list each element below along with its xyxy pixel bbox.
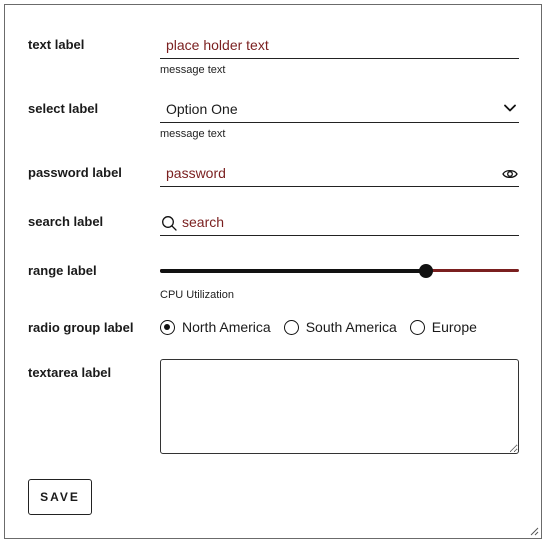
radio-label: North America bbox=[182, 319, 271, 335]
search-label: search label bbox=[28, 214, 104, 229]
select-field[interactable]: Option One message text bbox=[160, 97, 519, 140]
radio-circle[interactable] bbox=[283, 319, 299, 335]
radio-group-label: radio group label bbox=[28, 320, 134, 335]
eye-icon[interactable] bbox=[502, 167, 518, 181]
text-input[interactable]: place holder text bbox=[160, 33, 519, 59]
range-label: range label bbox=[28, 263, 97, 278]
select-value: Option One bbox=[166, 101, 238, 117]
radio-north-america[interactable]: North America bbox=[160, 319, 271, 335]
radio-europe[interactable]: Europe bbox=[409, 319, 477, 335]
radio-circle-checked[interactable] bbox=[160, 319, 175, 335]
select-message: message text bbox=[160, 128, 226, 140]
resize-grip-icon[interactable] bbox=[529, 526, 539, 536]
password-label: password label bbox=[28, 165, 122, 180]
save-button[interactable]: SAVE bbox=[28, 479, 92, 515]
select-input[interactable]: Option One bbox=[160, 97, 519, 123]
radio-label: Europe bbox=[431, 319, 477, 335]
text-message: message text bbox=[160, 64, 226, 76]
chevron-down-icon[interactable] bbox=[503, 101, 517, 115]
radio-circle[interactable] bbox=[409, 319, 425, 335]
password-input[interactable]: password bbox=[160, 161, 519, 187]
search-input[interactable]: search bbox=[160, 210, 519, 236]
radio-south-america[interactable]: South America bbox=[283, 319, 397, 335]
search-icon bbox=[162, 216, 177, 231]
password-placeholder: password bbox=[166, 165, 226, 181]
text-field[interactable]: place holder text message text bbox=[160, 33, 519, 76]
search-field[interactable]: search bbox=[160, 210, 519, 236]
text-placeholder: place holder text bbox=[166, 37, 269, 53]
radio-group: North America South America Europe bbox=[160, 319, 490, 335]
textarea-input[interactable] bbox=[160, 359, 519, 454]
select-label: select label bbox=[28, 101, 99, 116]
text-label: text label bbox=[28, 37, 85, 52]
search-placeholder: search bbox=[182, 214, 225, 230]
textarea-label: textarea label bbox=[28, 365, 112, 380]
range-thumb[interactable] bbox=[419, 264, 433, 278]
password-field[interactable]: password bbox=[160, 161, 519, 187]
form-container: text label place holder text message tex… bbox=[4, 4, 542, 539]
range-track-fill bbox=[160, 269, 426, 273]
range-message: CPU Utilization bbox=[160, 289, 234, 301]
range-slider[interactable] bbox=[160, 260, 519, 282]
radio-label: South America bbox=[305, 319, 397, 335]
